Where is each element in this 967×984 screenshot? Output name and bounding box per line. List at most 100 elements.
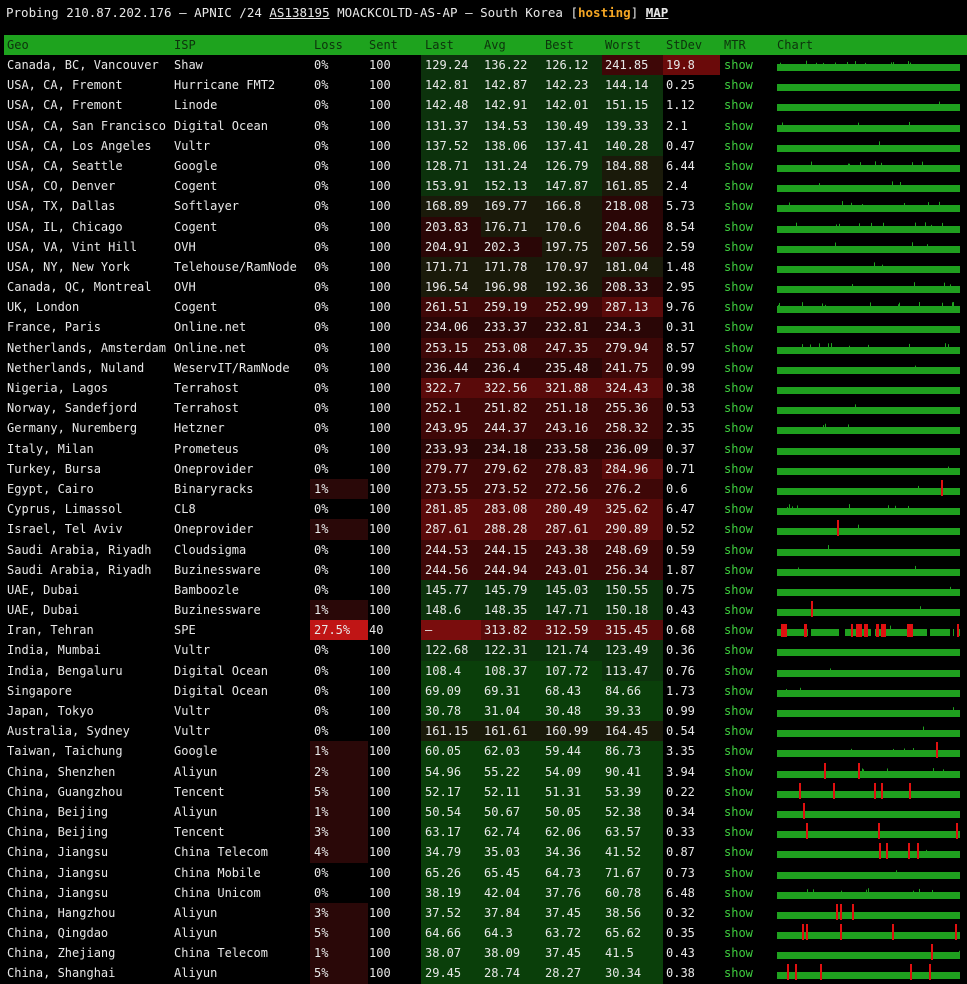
mtr-show-link[interactable]: show (724, 681, 774, 701)
mtr-show-link[interactable]: show (724, 479, 774, 499)
cell-sent: 100 (369, 683, 391, 698)
cell-geo: China, Jiangsu (7, 885, 109, 900)
mtr-show-link[interactable]: show (724, 156, 774, 176)
mtr-show-link[interactable]: show (724, 439, 774, 459)
mtr-show-link[interactable]: show (724, 257, 774, 277)
mtr-show-link[interactable]: show (724, 499, 774, 519)
mtr-show-link[interactable]: show (724, 863, 774, 883)
cell-last: 63.17 (421, 822, 481, 843)
mtr-show-link[interactable]: show (724, 196, 774, 216)
cell-geo: USA, IL, Chicago (7, 219, 123, 234)
mtr-show-link[interactable]: show (724, 237, 774, 257)
cell-sent: 100 (369, 643, 391, 658)
cell-sent: 100 (369, 199, 391, 214)
mtr-show-link[interactable]: show (724, 459, 774, 479)
mtr-show-link[interactable]: show (724, 943, 774, 963)
col-avg[interactable]: Avg (481, 35, 542, 55)
mtr-show-link[interactable]: show (724, 317, 774, 337)
col-last[interactable]: Last (421, 35, 481, 55)
cell-last: 234.06 (421, 317, 481, 338)
mtr-show-link[interactable]: show (724, 741, 774, 761)
col-sent[interactable]: Sent (368, 35, 423, 55)
col-geo[interactable]: Geo (7, 35, 172, 55)
mtr-show-link[interactable]: show (724, 176, 774, 196)
mtr-show-link[interactable]: show (724, 75, 774, 95)
mtr-show-link[interactable]: show (724, 540, 774, 560)
cell-loss: 0% (314, 865, 329, 880)
mtr-show-link[interactable]: show (724, 923, 774, 943)
table-header: Geo ISP Loss Sent Last Avg Best Worst St… (4, 35, 967, 55)
mtr-show-link[interactable]: show (724, 802, 774, 822)
mtr-show-link[interactable]: show (724, 217, 774, 237)
mtr-show-link[interactable]: show (724, 136, 774, 156)
asn-link[interactable]: AS138195 (269, 5, 329, 20)
mtr-show-link[interactable]: show (724, 620, 774, 640)
table-row: China, Beijing Aliyun 1% 100 50.54 50.67 50.05… (4, 801, 967, 823)
mtr-show-link[interactable]: show (724, 903, 774, 923)
mtr-show-link[interactable]: show (724, 782, 774, 802)
latency-sparkline (777, 842, 967, 862)
cell-geo: Italy, Milan (7, 441, 94, 456)
cell-sent: 100 (369, 663, 391, 678)
cell-last: 244.56 (421, 559, 481, 580)
mtr-show-link[interactable]: show (724, 721, 774, 741)
cell-isp: Cogent (174, 300, 218, 315)
table-row: USA, CA, Seattle Google 0% 100 128.71 131.24 1… (4, 155, 967, 177)
col-loss[interactable]: Loss (310, 35, 368, 55)
cell-isp: Aliyun (174, 926, 218, 941)
cell-best: 160.99 (542, 721, 602, 742)
mtr-show-link[interactable]: show (724, 842, 774, 862)
cell-isp: Online.net (174, 340, 247, 355)
cell-loss: 0% (314, 421, 329, 436)
table-row: USA, NY, New York Telehouse/RamNode 0% 100 1… (4, 256, 967, 278)
mtr-show-link[interactable]: show (724, 560, 774, 580)
cell-stdev: 0.68 (666, 623, 695, 638)
cell-stdev: 0.32 (666, 905, 695, 920)
mtr-show-link[interactable]: show (724, 418, 774, 438)
mtr-show-link[interactable]: show (724, 55, 774, 75)
cell-avg: 288.28 (481, 519, 542, 540)
mtr-show-link[interactable]: show (724, 398, 774, 418)
mtr-show-link[interactable]: show (724, 338, 774, 358)
mtr-show-link[interactable]: show (724, 297, 774, 317)
cell-sent: 100 (369, 98, 391, 113)
col-isp[interactable]: ISP (174, 35, 312, 55)
table-row: Saudi Arabia, Riyadh Cloudsigma 0% 100 244.5… (4, 539, 967, 560)
mtr-show-link[interactable]: show (724, 822, 774, 842)
col-best[interactable]: Best (542, 35, 602, 55)
cell-worst: 63.57 (602, 822, 663, 843)
cell-stdev: 1.87 (666, 562, 695, 577)
mtr-show-link[interactable]: show (724, 580, 774, 600)
cell-isp: Digital Ocean (174, 683, 268, 698)
mtr-show-link[interactable]: show (724, 378, 774, 398)
table-row: China, Hangzhou Aliyun 3% 100 37.52 37.84 37.4… (4, 902, 967, 924)
cell-loss: 0% (314, 663, 329, 678)
cell-best: 252.99 (542, 297, 602, 318)
mtr-show-link[interactable]: show (724, 358, 774, 378)
cell-stdev: 5.73 (666, 199, 695, 214)
mtr-show-link[interactable]: show (724, 883, 774, 903)
mtr-show-link[interactable]: show (724, 519, 774, 539)
cell-avg: 171.78 (481, 256, 542, 278)
col-worst[interactable]: Worst (602, 35, 663, 55)
latency-sparkline (777, 55, 967, 75)
mtr-show-link[interactable]: show (724, 116, 774, 136)
mtr-show-link[interactable]: show (724, 95, 774, 115)
table-row: France, Paris Online.net 0% 100 234.06 233.37… (4, 317, 967, 338)
table-row: China, Zhejiang China Telecom 1% 100 38.07 38… (4, 943, 967, 964)
latency-sparkline (777, 600, 967, 620)
latency-sparkline (777, 863, 967, 883)
table-row: Australia, Sydney Vultr 0% 100 161.15 161.61 1… (4, 721, 967, 742)
mtr-show-link[interactable]: show (724, 762, 774, 782)
col-stdev[interactable]: StDev (663, 35, 720, 55)
mtr-show-link[interactable]: show (724, 701, 774, 721)
mtr-show-link[interactable]: show (724, 661, 774, 681)
map-link[interactable]: MAP (646, 5, 669, 20)
mtr-show-link[interactable]: show (724, 277, 774, 297)
cell-avg: 236.4 (481, 357, 542, 378)
latency-sparkline (777, 75, 967, 95)
mtr-show-link[interactable]: show (724, 640, 774, 660)
mtr-show-link[interactable]: show (724, 600, 774, 620)
cell-isp: China Telecom (174, 845, 268, 860)
cell-isp: OVH (174, 280, 196, 295)
